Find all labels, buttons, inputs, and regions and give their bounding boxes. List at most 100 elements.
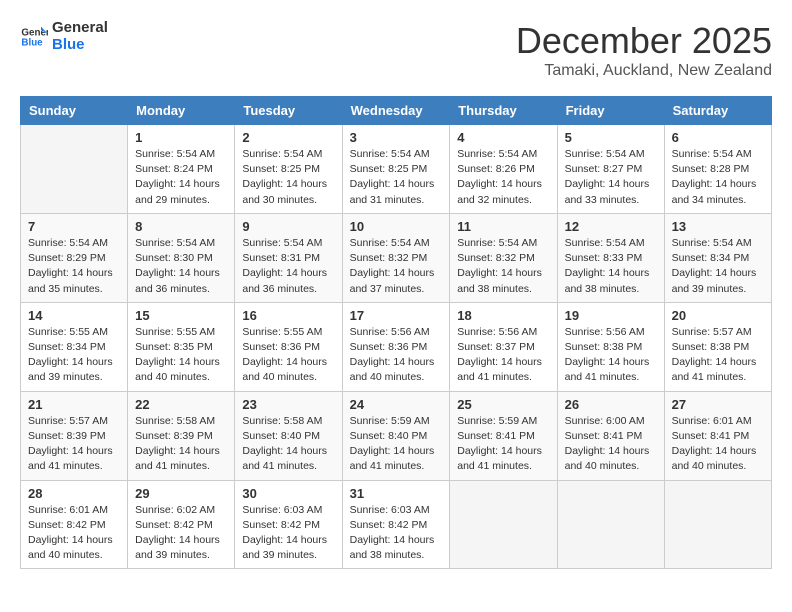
- title-area: December 2025 Tamaki, Auckland, New Zeal…: [516, 20, 772, 80]
- day-of-week-header: Thursday: [450, 97, 557, 125]
- day-info: Sunrise: 5:57 AM Sunset: 8:39 PM Dayligh…: [28, 414, 120, 475]
- day-number: 3: [350, 130, 443, 145]
- day-info: Sunrise: 5:54 AM Sunset: 8:32 PM Dayligh…: [350, 236, 443, 297]
- day-number: 11: [457, 219, 549, 234]
- day-info: Sunrise: 6:01 AM Sunset: 8:41 PM Dayligh…: [672, 414, 764, 475]
- month-title: December 2025: [516, 20, 772, 62]
- day-info: Sunrise: 5:54 AM Sunset: 8:25 PM Dayligh…: [350, 147, 443, 208]
- calendar-day-cell: 29 Sunrise: 6:02 AM Sunset: 8:42 PM Dayli…: [128, 480, 235, 569]
- calendar-day-cell: 15Sunrise: 5:55 AM Sunset: 8:35 PM Dayli…: [128, 302, 235, 391]
- calendar-header-row: SundayMondayTuesdayWednesdayThursdayFrid…: [21, 97, 772, 125]
- calendar-day-cell: 18 Sunrise: 5:56 AM Sunset: 8:37 PM Dayli…: [450, 302, 557, 391]
- day-info: Sunrise: 5:56 AM Sunset: 8:37 PM Dayligh…: [457, 325, 549, 386]
- calendar-day-cell: 7 Sunrise: 5:54 AM Sunset: 8:29 PM Daylig…: [21, 213, 128, 302]
- calendar-day-cell: 23 Sunrise: 5:58 AM Sunset: 8:40 PM Dayli…: [235, 391, 342, 480]
- day-info: Sunrise: 6:01 AM Sunset: 8:42 PM Dayligh…: [28, 503, 120, 564]
- calendar-day-cell: 10Sunrise: 5:54 AM Sunset: 8:32 PM Dayli…: [342, 213, 450, 302]
- day-info: Sunrise: 5:55 AM Sunset: 8:36 PM Dayligh…: [242, 325, 334, 386]
- page-header: General Blue General Blue December 2025 …: [20, 20, 772, 80]
- day-number: 26: [565, 397, 657, 412]
- day-info: Sunrise: 5:55 AM Sunset: 8:34 PM Dayligh…: [28, 325, 120, 386]
- day-info: Sunrise: 5:54 AM Sunset: 8:28 PM Dayligh…: [672, 147, 764, 208]
- logo-icon: General Blue: [20, 23, 48, 51]
- day-number: 27: [672, 397, 764, 412]
- calendar-week-row: 1 Sunrise: 5:54 AM Sunset: 8:24 PM Daylig…: [21, 125, 772, 214]
- day-number: 9: [242, 219, 334, 234]
- day-number: 2: [242, 130, 334, 145]
- calendar-day-cell: 6 Sunrise: 5:54 AM Sunset: 8:28 PM Daylig…: [664, 125, 771, 214]
- day-number: 7: [28, 219, 120, 234]
- calendar-day-cell: 16 Sunrise: 5:55 AM Sunset: 8:36 PM Dayli…: [235, 302, 342, 391]
- calendar-day-cell: 24 Sunrise: 5:59 AM Sunset: 8:40 PM Dayli…: [342, 391, 450, 480]
- calendar-day-cell: 14 Sunrise: 5:55 AM Sunset: 8:34 PM Dayli…: [21, 302, 128, 391]
- calendar-day-cell: 27 Sunrise: 6:01 AM Sunset: 8:41 PM Dayli…: [664, 391, 771, 480]
- calendar-week-row: 21Sunrise: 5:57 AM Sunset: 8:39 PM Dayli…: [21, 391, 772, 480]
- calendar-day-cell: 28 Sunrise: 6:01 AM Sunset: 8:42 PM Dayli…: [21, 480, 128, 569]
- day-number: 13: [672, 219, 764, 234]
- day-number: 16: [242, 308, 334, 323]
- calendar-week-row: 14 Sunrise: 5:55 AM Sunset: 8:34 PM Dayli…: [21, 302, 772, 391]
- logo-general-text: General: [52, 20, 108, 37]
- day-info: Sunrise: 5:54 AM Sunset: 8:24 PM Dayligh…: [135, 147, 227, 208]
- calendar-day-cell: 2Sunrise: 5:54 AM Sunset: 8:25 PM Daylig…: [235, 125, 342, 214]
- day-number: 24: [350, 397, 443, 412]
- day-info: Sunrise: 5:54 AM Sunset: 8:33 PM Dayligh…: [565, 236, 657, 297]
- day-number: 18: [457, 308, 549, 323]
- calendar-day-cell: 1 Sunrise: 5:54 AM Sunset: 8:24 PM Daylig…: [128, 125, 235, 214]
- day-number: 12: [565, 219, 657, 234]
- day-info: Sunrise: 5:54 AM Sunset: 8:30 PM Dayligh…: [135, 236, 227, 297]
- day-number: 6: [672, 130, 764, 145]
- day-number: 17: [350, 308, 443, 323]
- day-info: Sunrise: 5:54 AM Sunset: 8:31 PM Dayligh…: [242, 236, 334, 297]
- day-number: 1: [135, 130, 227, 145]
- day-info: Sunrise: 6:03 AM Sunset: 8:42 PM Dayligh…: [242, 503, 334, 564]
- calendar-day-cell: 8 Sunrise: 5:54 AM Sunset: 8:30 PM Daylig…: [128, 213, 235, 302]
- day-number: 25: [457, 397, 549, 412]
- day-info: Sunrise: 5:56 AM Sunset: 8:36 PM Dayligh…: [350, 325, 443, 386]
- svg-text:Blue: Blue: [21, 37, 43, 48]
- calendar-day-cell: 19Sunrise: 5:56 AM Sunset: 8:38 PM Dayli…: [557, 302, 664, 391]
- calendar-week-row: 7 Sunrise: 5:54 AM Sunset: 8:29 PM Daylig…: [21, 213, 772, 302]
- day-info: Sunrise: 5:58 AM Sunset: 8:40 PM Dayligh…: [242, 414, 334, 475]
- day-number: 4: [457, 130, 549, 145]
- day-of-week-header: Wednesday: [342, 97, 450, 125]
- calendar-day-cell: 3 Sunrise: 5:54 AM Sunset: 8:25 PM Daylig…: [342, 125, 450, 214]
- calendar-day-cell: [664, 480, 771, 569]
- day-number: 30: [242, 486, 334, 501]
- calendar-day-cell: 21Sunrise: 5:57 AM Sunset: 8:39 PM Dayli…: [21, 391, 128, 480]
- calendar-day-cell: 22Sunrise: 5:58 AM Sunset: 8:39 PM Dayli…: [128, 391, 235, 480]
- day-number: 23: [242, 397, 334, 412]
- calendar-table: SundayMondayTuesdayWednesdayThursdayFrid…: [20, 96, 772, 569]
- calendar-day-cell: [557, 480, 664, 569]
- calendar-day-cell: 26 Sunrise: 6:00 AM Sunset: 8:41 PM Dayli…: [557, 391, 664, 480]
- day-number: 8: [135, 219, 227, 234]
- day-info: Sunrise: 5:58 AM Sunset: 8:39 PM Dayligh…: [135, 414, 227, 475]
- day-info: Sunrise: 5:54 AM Sunset: 8:29 PM Dayligh…: [28, 236, 120, 297]
- day-of-week-header: Monday: [128, 97, 235, 125]
- day-info: Sunrise: 5:59 AM Sunset: 8:40 PM Dayligh…: [350, 414, 443, 475]
- day-of-week-header: Friday: [557, 97, 664, 125]
- calendar-day-cell: 11Sunrise: 5:54 AM Sunset: 8:32 PM Dayli…: [450, 213, 557, 302]
- calendar-day-cell: 30 Sunrise: 6:03 AM Sunset: 8:42 PM Dayli…: [235, 480, 342, 569]
- day-number: 15: [135, 308, 227, 323]
- day-number: 20: [672, 308, 764, 323]
- day-info: Sunrise: 5:57 AM Sunset: 8:38 PM Dayligh…: [672, 325, 764, 386]
- day-number: 28: [28, 486, 120, 501]
- logo: General Blue General Blue: [20, 20, 108, 53]
- day-info: Sunrise: 6:00 AM Sunset: 8:41 PM Dayligh…: [565, 414, 657, 475]
- calendar-week-row: 28 Sunrise: 6:01 AM Sunset: 8:42 PM Dayli…: [21, 480, 772, 569]
- day-info: Sunrise: 5:54 AM Sunset: 8:27 PM Dayligh…: [565, 147, 657, 208]
- day-info: Sunrise: 5:59 AM Sunset: 8:41 PM Dayligh…: [457, 414, 549, 475]
- calendar-day-cell: 12 Sunrise: 5:54 AM Sunset: 8:33 PM Dayli…: [557, 213, 664, 302]
- calendar-day-cell: 20 Sunrise: 5:57 AM Sunset: 8:38 PM Dayli…: [664, 302, 771, 391]
- day-number: 31: [350, 486, 443, 501]
- day-info: Sunrise: 5:56 AM Sunset: 8:38 PM Dayligh…: [565, 325, 657, 386]
- day-of-week-header: Tuesday: [235, 97, 342, 125]
- location-title: Tamaki, Auckland, New Zealand: [516, 62, 772, 80]
- day-of-week-header: Saturday: [664, 97, 771, 125]
- calendar-day-cell: 31Sunrise: 6:03 AM Sunset: 8:42 PM Dayli…: [342, 480, 450, 569]
- day-number: 14: [28, 308, 120, 323]
- day-info: Sunrise: 6:02 AM Sunset: 8:42 PM Dayligh…: [135, 503, 227, 564]
- day-number: 29: [135, 486, 227, 501]
- calendar-day-cell: 17 Sunrise: 5:56 AM Sunset: 8:36 PM Dayli…: [342, 302, 450, 391]
